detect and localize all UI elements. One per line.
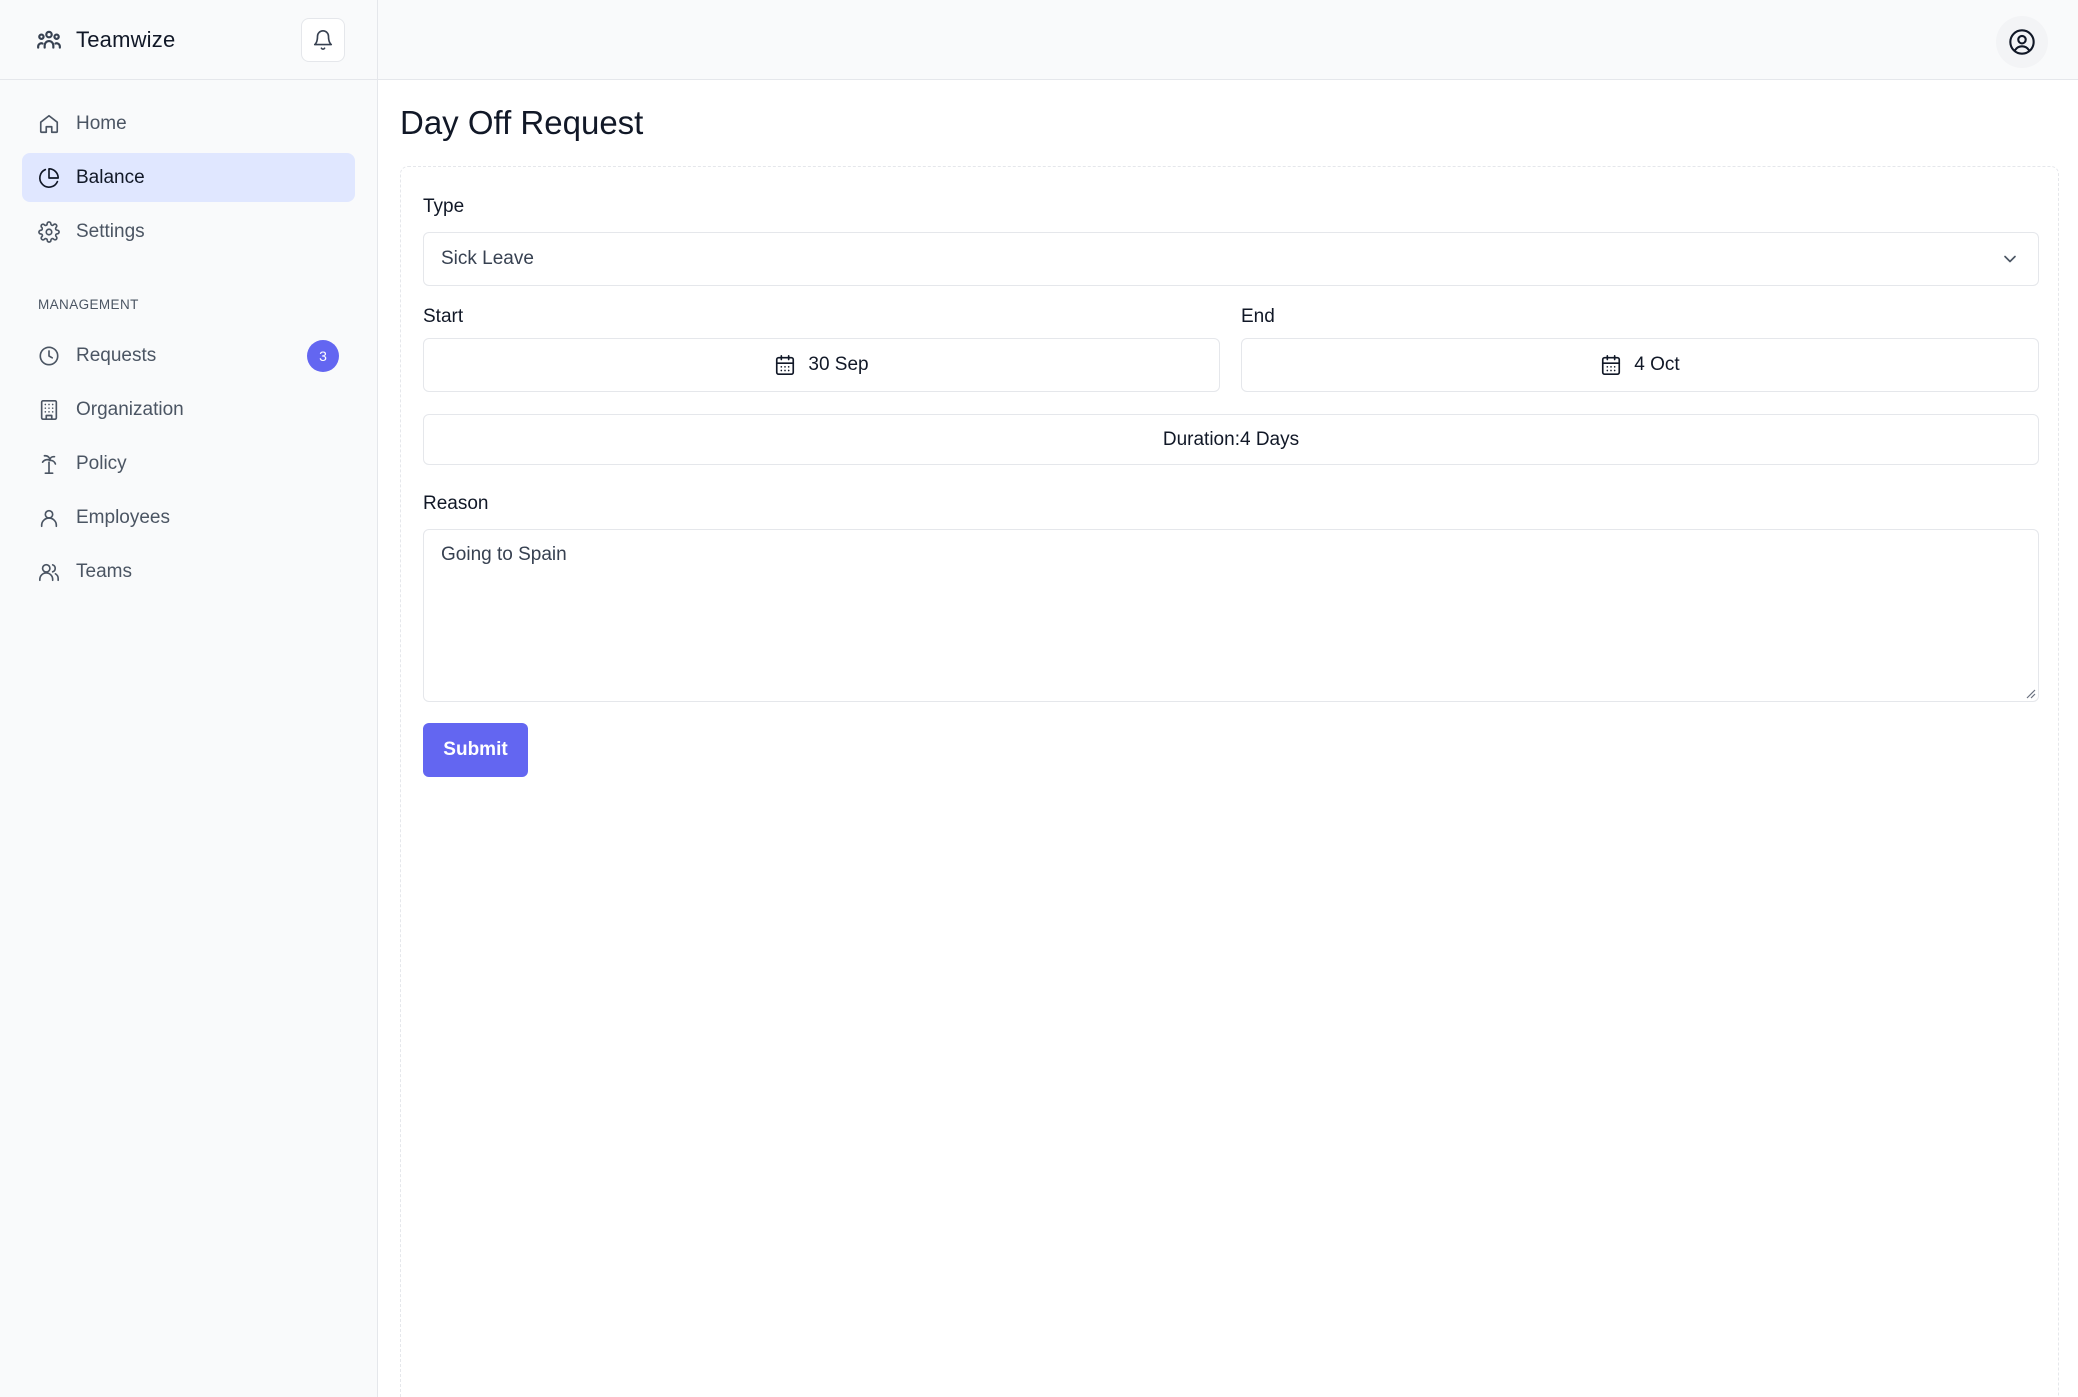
sidebar-item-label: Policy	[76, 453, 127, 474]
sidebar-item-employees[interactable]: Employees	[22, 492, 355, 544]
calendar-icon	[776, 355, 795, 375]
sidebar-item-label: Balance	[76, 166, 145, 188]
duration-display: Duration:4 Days	[423, 414, 2039, 465]
sidebar: Teamwize Home Balance Settings MANAGEMEN…	[0, 0, 378, 1397]
resize-handle-icon[interactable]	[2024, 687, 2036, 699]
user-icon	[40, 509, 58, 528]
sidebar-item-teams[interactable]: Teams	[22, 546, 355, 598]
sidebar-item-label: Organization	[76, 399, 184, 420]
home-icon	[39, 114, 59, 133]
sidebar-item-requests[interactable]: Requests 3	[22, 330, 355, 382]
type-select-value: Sick Leave	[441, 248, 534, 269]
pie-chart-icon	[39, 167, 59, 188]
sidebar-item-label: Employees	[76, 507, 170, 528]
users-icon	[39, 563, 59, 582]
brand[interactable]: Teamwize	[36, 27, 175, 53]
user-circle-icon	[2009, 29, 2035, 55]
management-nav: Requests 3 Organization Policy Employees…	[22, 330, 355, 598]
reason-textarea[interactable]: Going to Spain	[423, 529, 2039, 702]
sidebar-item-balance[interactable]: Balance	[22, 153, 355, 202]
users-icon	[37, 30, 61, 49]
building-icon	[40, 400, 58, 420]
section-title-management: MANAGEMENT	[38, 297, 139, 312]
bell-icon	[313, 29, 333, 50]
end-label: End	[1241, 306, 1275, 327]
duration-text: Duration:4 Days	[1162, 428, 1300, 450]
sidebar-item-organization[interactable]: Organization	[22, 384, 355, 436]
top-bar	[378, 0, 2078, 80]
palm-tree-icon	[41, 454, 57, 474]
start-date-value: 30 Sep	[808, 354, 869, 375]
sidebar-item-label: Settings	[76, 220, 145, 242]
sidebar-item-label: Teams	[76, 561, 132, 582]
chevron-down-icon	[2004, 255, 2016, 263]
end-date-value: 4 Oct	[1634, 354, 1680, 375]
sidebar-item-label: Requests	[76, 345, 157, 366]
user-menu-button[interactable]	[1996, 16, 2048, 68]
main-content: Day Off Request Type Sick Leave Start 30…	[378, 0, 2078, 1397]
day-off-request-form: Type Sick Leave Start 30 Sep End 4 Oct D…	[400, 166, 2059, 1397]
clock-icon	[39, 346, 59, 366]
submit-button[interactable]: Submit	[423, 723, 528, 777]
sidebar-item-settings[interactable]: Settings	[22, 207, 355, 256]
requests-count-badge: 3	[307, 340, 339, 372]
app-root: Teamwize Home Balance Settings MANAGEMEN…	[0, 0, 2078, 1397]
type-select[interactable]: Sick Leave	[423, 232, 2039, 286]
sidebar-nav: Home Balance Settings MANAGEMENT Request…	[0, 80, 377, 598]
brand-bar: Teamwize	[0, 0, 377, 80]
start-label: Start	[423, 306, 464, 327]
end-date-picker[interactable]: 4 Oct	[1241, 338, 2039, 392]
app-name: Teamwize	[76, 26, 176, 52]
gear-icon	[38, 220, 60, 243]
sidebar-item-label: Home	[76, 112, 127, 134]
sidebar-item-home[interactable]: Home	[22, 99, 355, 148]
reason-value: Going to Spain	[441, 544, 567, 565]
notifications-button[interactable]	[301, 17, 345, 62]
calendar-icon	[1602, 355, 1621, 375]
type-label: Type	[423, 196, 465, 217]
sidebar-item-policy[interactable]: Policy	[22, 438, 355, 490]
reason-label: Reason	[423, 493, 489, 514]
page-title: Day Off Request	[400, 104, 644, 141]
start-date-picker[interactable]: 30 Sep	[423, 338, 1220, 392]
